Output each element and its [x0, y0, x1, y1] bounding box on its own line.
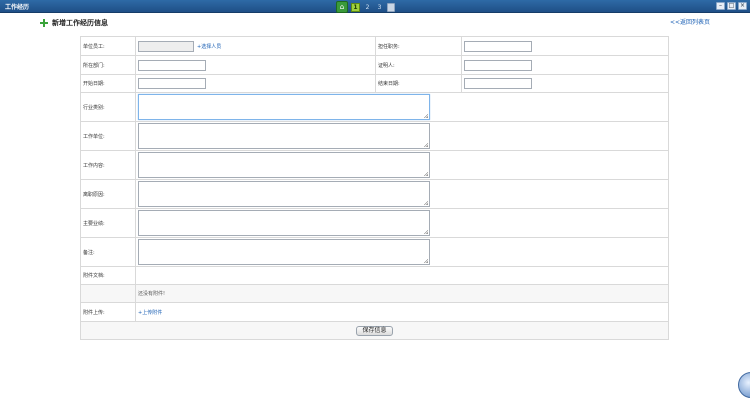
employee-label: 单位员工: — [80, 36, 136, 56]
save-button[interactable]: 保存信息 — [356, 325, 393, 336]
page-button-3[interactable]: 3 — [375, 3, 384, 12]
achievements-textarea[interactable] — [138, 210, 430, 236]
page-button-1[interactable]: 1 — [351, 2, 360, 12]
page-title: 新增工作经历信息 — [52, 19, 108, 27]
attachments-label: 附件文档: — [80, 266, 136, 285]
select-person-link[interactable]: +选择人员 — [197, 43, 221, 50]
witness-field[interactable] — [464, 59, 532, 71]
remarks-label: 备注: — [80, 237, 136, 267]
back-to-list-link[interactable]: <<返回列表页 — [670, 17, 710, 26]
position-field[interactable] — [464, 40, 532, 52]
position-label: 担任职务: — [375, 36, 462, 56]
resize-grip-icon[interactable] — [424, 230, 428, 234]
content-textarea[interactable] — [138, 152, 430, 178]
end-date-label: 结束日期: — [375, 74, 462, 93]
work-history-form: 单位员工: +选择人员 担任职务: 所在部门: 证明人: 开始日期: 结束日期: — [80, 36, 669, 340]
witness-label: 证明人: — [375, 55, 462, 75]
resize-grip-icon[interactable] — [424, 172, 428, 176]
leave-reason-textarea[interactable] — [138, 181, 430, 207]
window-titlebar: 工作经历 ⌂ 1 2 3 – □ × — [0, 0, 750, 13]
scroll-to-top-icon[interactable] — [738, 372, 750, 398]
start-date-label: 开始日期: — [80, 74, 136, 93]
page-button-2[interactable]: 2 — [363, 3, 372, 12]
department-field[interactable] — [138, 59, 206, 71]
home-icon[interactable]: ⌂ — [336, 1, 348, 13]
window-title: 工作经历 — [5, 4, 30, 11]
leave-reason-label: 离职原因: — [80, 179, 136, 209]
industry-textarea[interactable] — [138, 94, 430, 120]
page-toolbar: ⌂ 1 2 3 — [336, 1, 395, 13]
department-label: 所在部门: — [80, 55, 136, 75]
resize-grip-icon[interactable] — [424, 114, 428, 118]
page-header: 新增工作经历信息 — [40, 18, 108, 28]
industry-label: 行业类别: — [80, 92, 136, 122]
resize-grip-icon[interactable] — [424, 143, 428, 147]
content-label: 工作内容: — [80, 150, 136, 180]
window-buttons: – □ × — [716, 2, 747, 10]
employee-field[interactable] — [138, 40, 194, 52]
add-icon — [40, 19, 48, 27]
achievements-label: 主要业绩: — [80, 208, 136, 238]
minimize-icon[interactable]: – — [716, 2, 725, 10]
maximize-icon[interactable]: □ — [727, 2, 736, 10]
company-textarea[interactable] — [138, 123, 430, 149]
page-end-icon[interactable] — [387, 2, 395, 12]
upload-attachment-link[interactable]: +上传附件 — [138, 310, 162, 316]
close-icon[interactable]: × — [738, 2, 747, 10]
end-date-field[interactable] — [464, 78, 532, 89]
start-date-field[interactable] — [138, 78, 206, 89]
resize-grip-icon[interactable] — [424, 201, 428, 205]
remarks-textarea[interactable] — [138, 239, 430, 265]
company-label: 工作单位: — [80, 121, 136, 151]
no-attachments-text: 还没有附件! — [138, 291, 166, 297]
resize-grip-icon[interactable] — [424, 259, 428, 263]
upload-label: 附件上传: — [80, 302, 136, 322]
